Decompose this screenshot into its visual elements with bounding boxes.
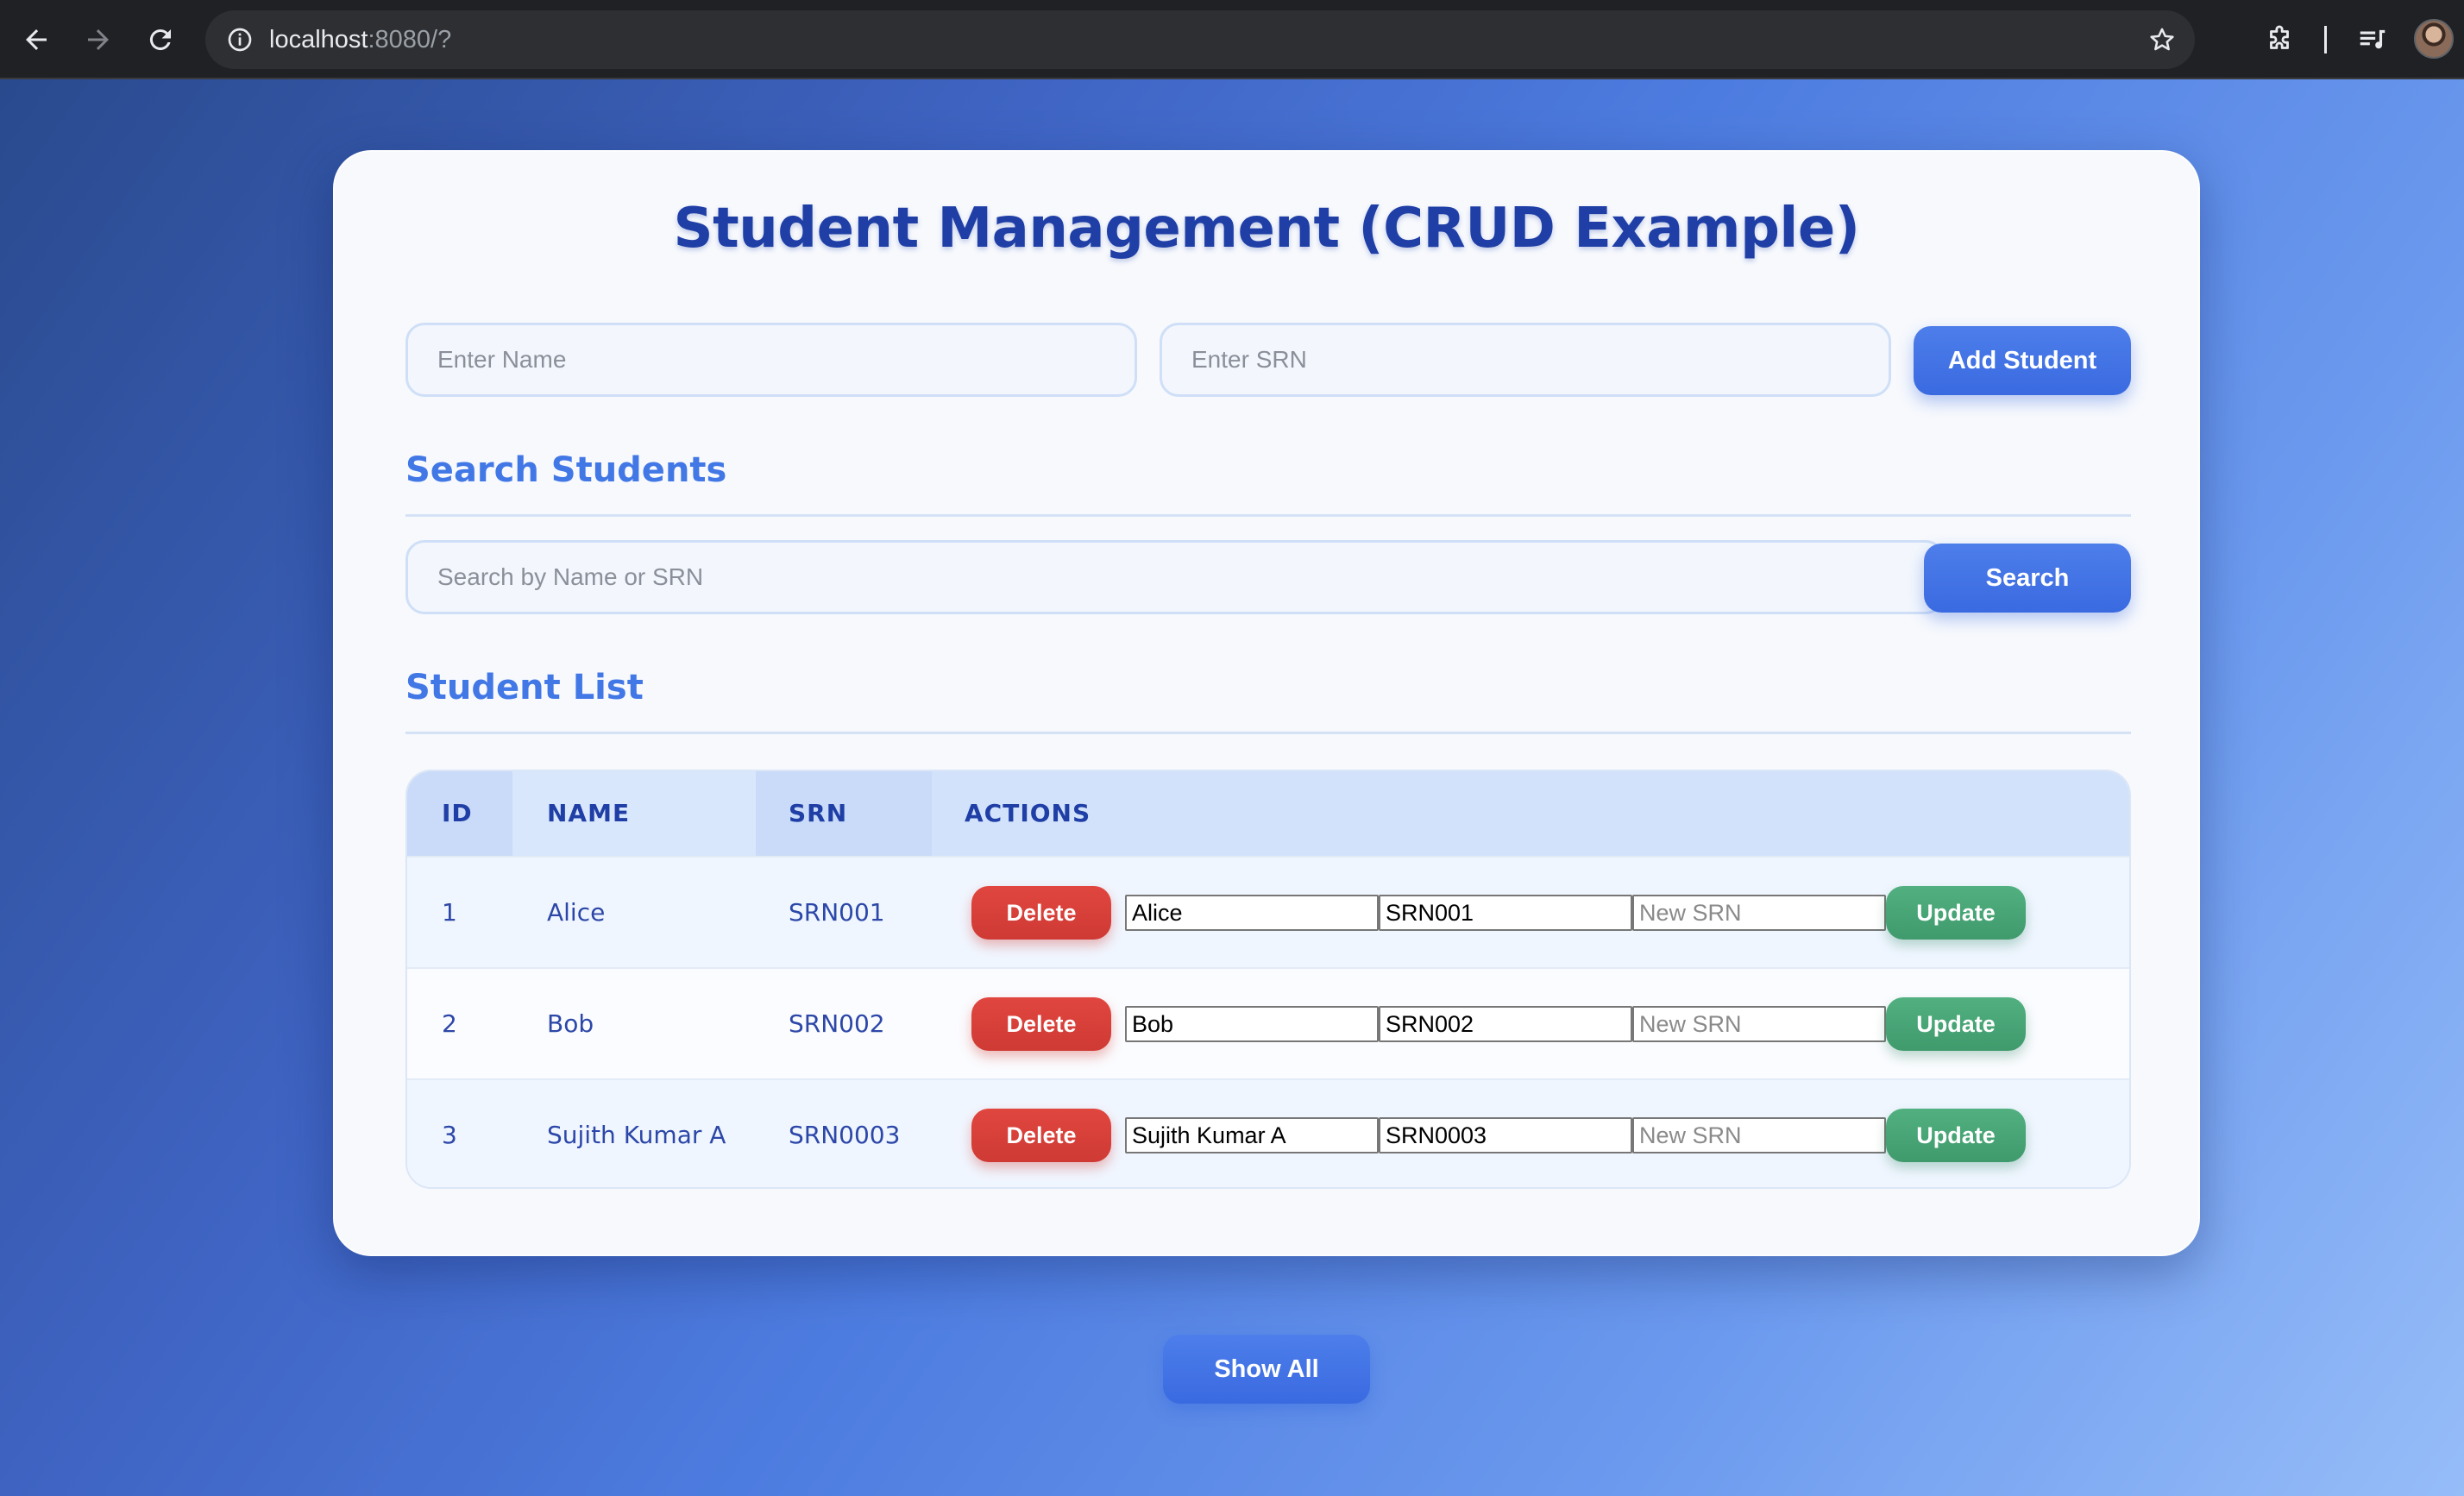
column-header-actions: ACTIONS [932,771,2129,856]
student-id: 1 [442,898,457,927]
student-srn: SRN002 [789,1009,885,1038]
reload-button[interactable] [136,16,185,64]
update-button[interactable]: Update [1886,1109,2026,1162]
section-divider [405,514,2131,517]
playlist-music-icon [2360,29,2385,49]
search-heading: Search Students [405,450,727,490]
info-icon [228,28,252,52]
student-id: 3 [442,1121,457,1149]
edit-srn-input[interactable] [1379,1006,1632,1042]
edit-name-input[interactable] [1125,895,1379,931]
page-viewport: Student Management (CRUD Example) Add St… [0,79,2464,1496]
student-list-heading: Student List [405,668,644,707]
student-srn: SRN0003 [789,1121,901,1149]
column-label: NAME [547,799,631,827]
update-button[interactable]: Update [1886,886,2026,940]
address-bar[interactable]: localhost:8080/? [205,10,2195,69]
section-divider [405,732,2131,734]
student-name: Sujith Kumar A [547,1121,726,1149]
extensions-button[interactable] [2255,16,2304,64]
media-controls-button[interactable] [2348,16,2397,64]
delete-button[interactable]: Delete [971,886,1111,940]
edit-srn-input[interactable] [1379,895,1632,931]
url-path: :8080/? [368,26,452,53]
table-row: 2 Bob SRN002 Delete Update [407,967,2129,1078]
table-row: 3 Sujith Kumar A SRN0003 Delete Update [407,1078,2129,1187]
arrow-left-icon [26,29,47,50]
column-header-name: NAME [512,771,756,856]
bookmark-button[interactable] [2141,19,2183,60]
table-row: 1 Alice SRN001 Delete Update [407,856,2129,967]
srn-input[interactable] [1160,323,1891,397]
student-srn: SRN001 [789,898,885,927]
new-srn-input[interactable] [1632,1117,1886,1153]
table-header: ID NAME SRN ACTIONS [407,771,2129,856]
search-input[interactable] [405,540,1945,614]
star-icon [2150,28,2174,51]
edit-name-input[interactable] [1125,1006,1379,1042]
main-card: Student Management (CRUD Example) Add St… [333,150,2200,1256]
search-button[interactable]: Search [1924,544,2131,613]
column-label: SRN [789,799,848,827]
student-name: Bob [547,1009,594,1038]
page-title: Student Management (CRUD Example) [673,197,1860,261]
student-table: ID NAME SRN ACTIONS 1 Alice SRN001 Delet… [405,770,2131,1189]
column-label: ACTIONS [965,799,1091,827]
puzzle-icon [2270,25,2289,49]
toolbar-divider [2324,26,2327,53]
arrow-right-icon [88,29,109,50]
show-all-button[interactable]: Show All [1163,1335,1370,1404]
edit-name-input[interactable] [1125,1117,1379,1153]
column-header-id: ID [407,771,512,856]
avatar[interactable] [2414,19,2454,59]
new-srn-input[interactable] [1632,895,1886,931]
column-header-srn: SRN [756,771,932,856]
update-button[interactable]: Update [1886,997,2026,1051]
url-host: localhost [269,26,368,53]
url-text: localhost:8080/? [269,10,451,69]
forward-button[interactable] [74,16,123,64]
name-input[interactable] [405,323,1137,397]
site-info-button[interactable] [217,17,262,62]
back-button[interactable] [12,16,60,64]
browser-toolbar: localhost:8080/? [0,0,2464,79]
edit-srn-input[interactable] [1379,1117,1632,1153]
column-label: ID [442,799,473,827]
delete-button[interactable]: Delete [971,997,1111,1051]
student-name: Alice [547,898,606,927]
student-id: 2 [442,1009,457,1038]
new-srn-input[interactable] [1632,1006,1886,1042]
delete-button[interactable]: Delete [971,1109,1111,1162]
add-student-button[interactable]: Add Student [1914,326,2131,395]
reload-icon [149,29,171,51]
